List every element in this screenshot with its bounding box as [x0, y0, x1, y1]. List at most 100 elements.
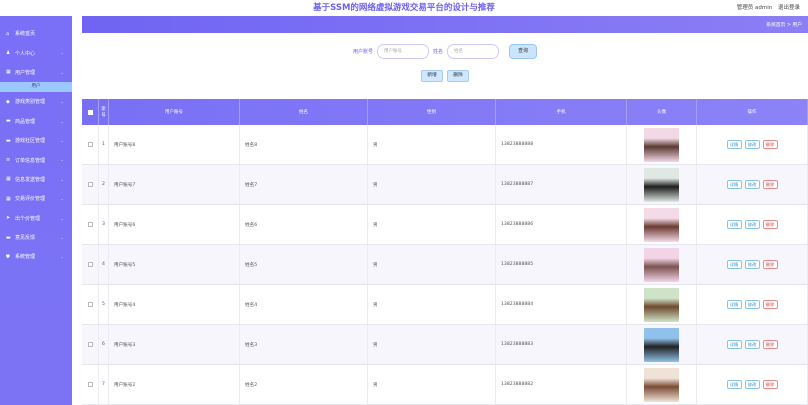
- row-index: 5: [99, 285, 109, 324]
- detail-button[interactable]: 详情: [726, 180, 742, 189]
- select-all-checkbox[interactable]: [87, 109, 93, 115]
- send-icon: ➤: [6, 215, 11, 222]
- delete-button[interactable]: 删除: [762, 340, 778, 349]
- row-index: 1: [99, 125, 109, 164]
- detail-button[interactable]: 详情: [726, 140, 742, 149]
- batch-delete-button[interactable]: 删除: [447, 70, 469, 82]
- detail-button[interactable]: 详情: [726, 300, 742, 309]
- shield-icon: ⛊: [6, 253, 10, 260]
- name-label: 姓名: [433, 48, 444, 55]
- row-select-cell[interactable]: [82, 325, 99, 364]
- folder-icon: ▬: [6, 234, 11, 241]
- row-select-cell[interactable]: [82, 245, 99, 284]
- breadcrumb-path[interactable]: 系统首页 > 用户: [766, 21, 802, 28]
- row-sex: 男: [368, 165, 496, 204]
- row-checkbox[interactable]: [87, 142, 93, 147]
- header-account: 用户账号: [109, 99, 240, 125]
- edit-button[interactable]: 修改: [744, 180, 760, 189]
- row-select-cell[interactable]: [82, 205, 99, 244]
- search-bar: 用户账号 用户账号 姓名 姓名 查询: [82, 39, 808, 63]
- edit-button[interactable]: 修改: [744, 380, 760, 389]
- avatar[interactable]: [644, 127, 679, 162]
- delete-button[interactable]: 删除: [762, 220, 778, 229]
- row-checkbox[interactable]: [87, 302, 93, 307]
- row-actions: 详情 修改 删除: [697, 285, 808, 324]
- sidebar-item-label: 商品管理: [15, 118, 36, 125]
- edit-button[interactable]: 修改: [744, 220, 760, 229]
- sidebar-item[interactable]: ▦ 用户管理 ⌄: [0, 63, 72, 82]
- sidebar-item[interactable]: ▬ 游戏社区管理 ⌄: [0, 131, 72, 150]
- grid-icon: ▦: [6, 195, 11, 202]
- delete-button[interactable]: 删除: [762, 380, 778, 389]
- row-avatar-cell: [627, 365, 697, 404]
- sidebar-item[interactable]: ≡ 订单信息管理 ⌄: [0, 150, 72, 169]
- delete-button[interactable]: 删除: [762, 260, 778, 269]
- avatar[interactable]: [644, 327, 679, 362]
- sidebar-item-label: 信息发送管理: [15, 176, 46, 183]
- detail-button[interactable]: 详情: [726, 220, 742, 229]
- delete-button[interactable]: 删除: [762, 180, 778, 189]
- table-row: 5 用户账号4 姓名4 男 13823888884 详情 修改 删除: [82, 285, 808, 325]
- delete-button[interactable]: 删除: [762, 140, 778, 149]
- detail-button[interactable]: 详情: [726, 260, 742, 269]
- account-search-input[interactable]: 用户账号: [377, 43, 429, 59]
- table-row: 6 用户账号3 姓名3 男 13823888883 详情 修改 删除: [82, 325, 808, 365]
- row-account: 用户账号5: [109, 245, 240, 284]
- edit-button[interactable]: 修改: [744, 300, 760, 309]
- chevron-down-icon: ⌄: [60, 118, 64, 124]
- detail-button[interactable]: 详情: [726, 380, 742, 389]
- avatar[interactable]: [644, 287, 679, 322]
- row-checkbox[interactable]: [87, 382, 93, 387]
- row-checkbox[interactable]: [87, 222, 93, 227]
- row-account: 用户账号4: [109, 285, 240, 324]
- row-checkbox[interactable]: [87, 182, 93, 187]
- detail-button[interactable]: 详情: [726, 340, 742, 349]
- row-actions: 详情 修改 删除: [697, 245, 808, 284]
- row-name: 姓名6: [240, 205, 368, 244]
- sidebar-item[interactable]: ▬ 商品管理 ⌄: [0, 112, 72, 131]
- sidebar-item[interactable]: ▦ 信息发送管理 ⌄: [0, 170, 72, 189]
- header-phone: 手机: [496, 99, 627, 125]
- sidebar-item[interactable]: ▦ 交易评价管理 ⌄: [0, 189, 72, 208]
- row-select-cell[interactable]: [82, 365, 99, 404]
- row-select-cell[interactable]: [82, 125, 99, 164]
- row-name: 姓名5: [240, 245, 368, 284]
- row-avatar-cell: [627, 285, 697, 324]
- row-checkbox[interactable]: [87, 262, 93, 267]
- avatar[interactable]: [644, 367, 679, 402]
- name-search-input[interactable]: 姓名: [447, 43, 500, 59]
- logout-link[interactable]: 退出登录: [778, 5, 800, 11]
- sidebar-item[interactable]: ⛊ 系统管理 ⌄: [0, 247, 72, 266]
- avatar[interactable]: [644, 247, 679, 282]
- edit-button[interactable]: 修改: [744, 340, 760, 349]
- row-actions: 详情 修改 删除: [697, 125, 808, 164]
- edit-button[interactable]: 修改: [744, 260, 760, 269]
- admin-area: 管理员 admin 退出登录: [733, 3, 800, 11]
- sidebar-item[interactable]: ◆ 游戏类别管理 ⌄: [0, 92, 72, 111]
- row-select-cell[interactable]: [82, 285, 99, 324]
- row-avatar-cell: [627, 205, 697, 244]
- delete-button[interactable]: 删除: [762, 300, 778, 309]
- sidebar-item[interactable]: ♟ 个人中心 ⌄: [0, 43, 72, 62]
- sidebar-item-label: 用户管理: [15, 69, 36, 76]
- search-button[interactable]: 查询: [509, 43, 538, 59]
- table-body: 1 用户账号8 姓名8 男 13823888888 详情 修改 删除 2 用户账号7 姓名7 男 138…: [82, 125, 808, 405]
- select-all-cell[interactable]: [82, 99, 99, 125]
- avatar[interactable]: [644, 207, 679, 242]
- row-sex: 男: [368, 205, 496, 244]
- avatar[interactable]: [644, 167, 679, 202]
- row-checkbox[interactable]: [87, 342, 93, 347]
- folder-icon: ▬: [6, 118, 11, 125]
- sidebar-item[interactable]: ▬ 意见反馈 ⌄: [0, 228, 72, 247]
- chevron-down-icon: ⌄: [60, 254, 64, 260]
- sidebar-item[interactable]: ➤ 出个价管理 ⌄: [0, 209, 72, 228]
- user-icon: ♟: [6, 50, 11, 57]
- sidebar-item[interactable]: ⌂ 系统首页: [0, 24, 72, 43]
- add-button[interactable]: 新增: [421, 70, 443, 82]
- sidebar: ⌂ 系统首页 ♟ 个人中心 ⌄ ▦ 用户管理 ⌄ 用户 ◆ 游戏类别管理 ⌄ ▬ 商品管理 ⌄ ▬ 游戏社区管理…: [0, 16, 72, 405]
- sidebar-item-label: 交易评价管理: [15, 196, 46, 203]
- row-select-cell[interactable]: [82, 165, 99, 204]
- sidebar-subitem[interactable]: 用户: [0, 82, 72, 93]
- grid-icon: ▦: [6, 69, 11, 76]
- edit-button[interactable]: 修改: [744, 140, 760, 149]
